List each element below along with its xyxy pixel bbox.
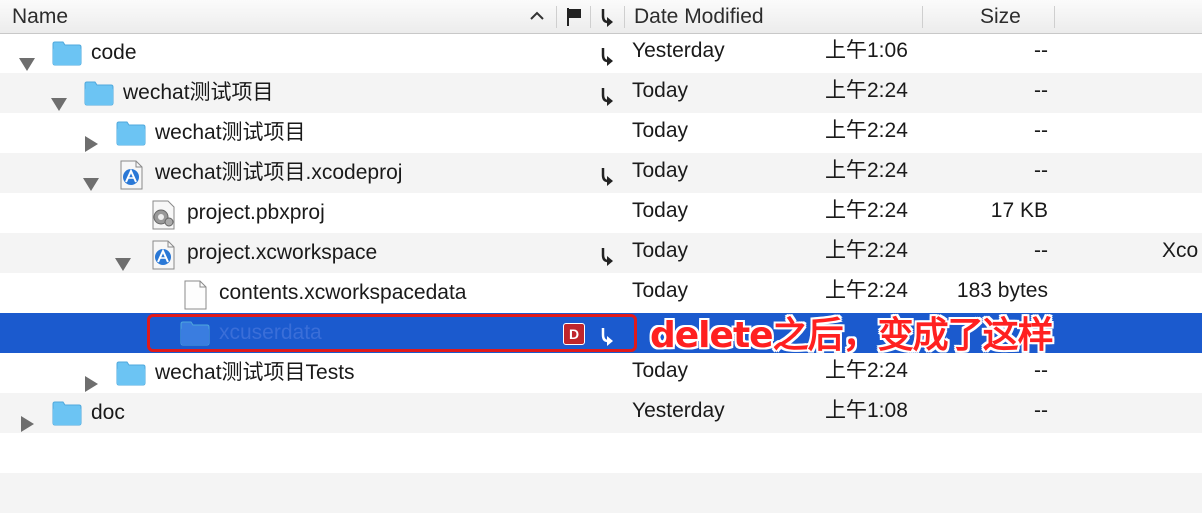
time-modified: 上午2:24: [825, 279, 908, 302]
file-name: wechat测试项目Tests: [155, 361, 355, 384]
time-modified: 上午2:24: [825, 239, 908, 262]
date-modified: Yesterday: [632, 39, 725, 62]
list-item[interactable]: contents.xcworkspacedata Today 上午2:24 183 b…: [0, 273, 1202, 313]
list-item[interactable]: wechat测试项目 Today 上午2:24 --: [0, 73, 1202, 113]
file-name: wechat测试项目: [123, 81, 274, 104]
kind-column-text: Xco: [1162, 239, 1199, 262]
time-modified: 上午2:24: [825, 199, 908, 222]
file-size: --: [1034, 79, 1048, 102]
column-divider[interactable]: [922, 6, 923, 28]
file-name: doc: [91, 401, 125, 424]
file-name: code: [91, 41, 137, 64]
list-item[interactable]: code Yesterday 上午1:06 --: [0, 33, 1202, 73]
time-modified: 上午2:24: [825, 119, 908, 142]
time-modified: 上午1:06: [825, 39, 908, 62]
file-size: --: [1034, 399, 1048, 422]
list-item[interactable]: doc Yesterday 上午1:08 --: [0, 393, 1202, 433]
date-modified-column-header[interactable]: Date Modified: [634, 0, 764, 33]
file-size: --: [1034, 119, 1048, 142]
list-item[interactable]: project.xcworkspace Today 上午2:24 -- Xco: [0, 233, 1202, 273]
time-modified: 上午1:08: [825, 399, 908, 422]
column-divider[interactable]: [1054, 6, 1055, 28]
list-item[interactable]: wechat测试项目.xcodeproj Today 上午2:24 --: [0, 153, 1202, 193]
flag-icon[interactable]: [565, 7, 583, 33]
date-modified: Today: [632, 159, 689, 182]
file-size: --: [1034, 159, 1048, 182]
file-name: project.xcworkspace: [187, 241, 378, 264]
file-name: project.pbxproj: [187, 201, 325, 224]
highlight-box: [147, 314, 637, 352]
column-header-bar: Name Date Modified Size: [0, 0, 1202, 34]
empty-row: [0, 473, 1202, 513]
name-column-header[interactable]: Name: [12, 0, 68, 33]
date-modified: Today: [632, 239, 689, 262]
file-size: --: [1034, 239, 1048, 262]
annotation-text: delete之后，变成了这样: [650, 315, 1054, 356]
size-column-header[interactable]: Size: [980, 0, 1021, 33]
date-modified: Today: [632, 119, 689, 142]
time-modified: 上午2:24: [825, 79, 908, 102]
file-size: --: [1034, 39, 1048, 62]
time-modified: 上午2:24: [825, 159, 908, 182]
file-name: wechat测试项目.xcodeproj: [155, 161, 403, 184]
date-modified: Today: [632, 279, 689, 302]
column-divider[interactable]: [590, 6, 591, 28]
file-size: 17 KB: [990, 199, 1048, 222]
sort-ascending-icon[interactable]: [528, 7, 546, 31]
column-divider[interactable]: [556, 6, 557, 28]
date-modified: Today: [632, 199, 689, 222]
date-modified: Yesterday: [632, 399, 725, 422]
folder-icon: [52, 400, 82, 440]
file-name: contents.xcworkspacedata: [219, 281, 467, 304]
file-name: wechat测试项目: [155, 121, 306, 144]
column-divider[interactable]: [624, 6, 625, 28]
scm-status-arrow-icon[interactable]: [598, 7, 616, 35]
date-modified: Today: [632, 79, 689, 102]
disclosure-collapsed-icon[interactable]: [18, 406, 36, 446]
list-item[interactable]: project.pbxproj Today 上午2:24 17 KB: [0, 193, 1202, 233]
list-item[interactable]: wechat测试项目 Today 上午2:24 --: [0, 113, 1202, 153]
file-size: 183 bytes: [956, 279, 1048, 302]
